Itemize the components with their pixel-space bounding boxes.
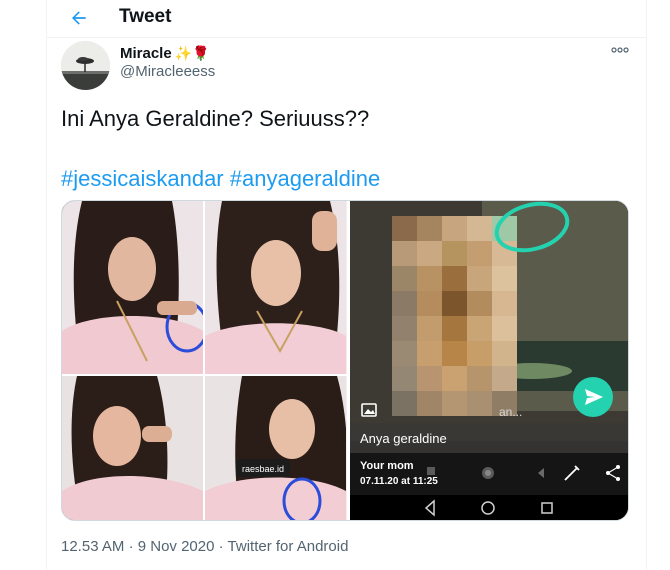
tweet-metadata: 12.53 AM · 9 Nov 2020 · Twitter for Andr… xyxy=(61,538,348,555)
tweet-source[interactable]: Twitter for Android xyxy=(228,538,349,555)
hashtag-link[interactable]: #anyageraldine xyxy=(230,166,380,191)
meta-separator: · xyxy=(218,538,224,555)
media-image: raesbae.id an... Anya geraldine Your mom… xyxy=(62,201,628,520)
more-icon xyxy=(611,47,629,53)
back-button[interactable] xyxy=(64,4,94,32)
meta-separator: · xyxy=(128,538,134,555)
author-display-name[interactable]: Miracle xyxy=(120,45,172,62)
caption-name: Anya geraldine xyxy=(360,431,447,446)
sender-label: Your mom xyxy=(360,460,414,472)
page-title: Tweet xyxy=(119,6,172,27)
tweet-hashtags: #jessicaiskandar #anyageraldine xyxy=(61,166,380,192)
arrow-left-icon xyxy=(72,11,86,25)
watermark-label: raesbae.id xyxy=(242,464,284,474)
message-timestamp: 07.11.20 at 11:25 xyxy=(360,476,438,487)
tweet-header: Tweet xyxy=(46,0,647,38)
author-emojis: ✨🌹 xyxy=(174,44,210,61)
hashtag-link[interactable]: #jessicaiskandar xyxy=(61,166,224,191)
tweet-text: Ini Anya Geraldine? Seriuuss?? xyxy=(61,106,370,131)
caption-partial: an... xyxy=(499,405,522,419)
author-name-row[interactable]: Miracle ✨🌹 xyxy=(120,43,210,63)
author-handle[interactable]: @Miracleeess xyxy=(120,63,215,80)
tweet-media[interactable]: raesbae.id an... Anya geraldine Your mom… xyxy=(61,200,629,521)
tweet-time[interactable]: 12.53 AM xyxy=(61,538,124,555)
more-options-button[interactable] xyxy=(608,42,632,58)
avatar[interactable] xyxy=(61,41,110,90)
tweet-date[interactable]: 9 Nov 2020 xyxy=(138,538,215,555)
